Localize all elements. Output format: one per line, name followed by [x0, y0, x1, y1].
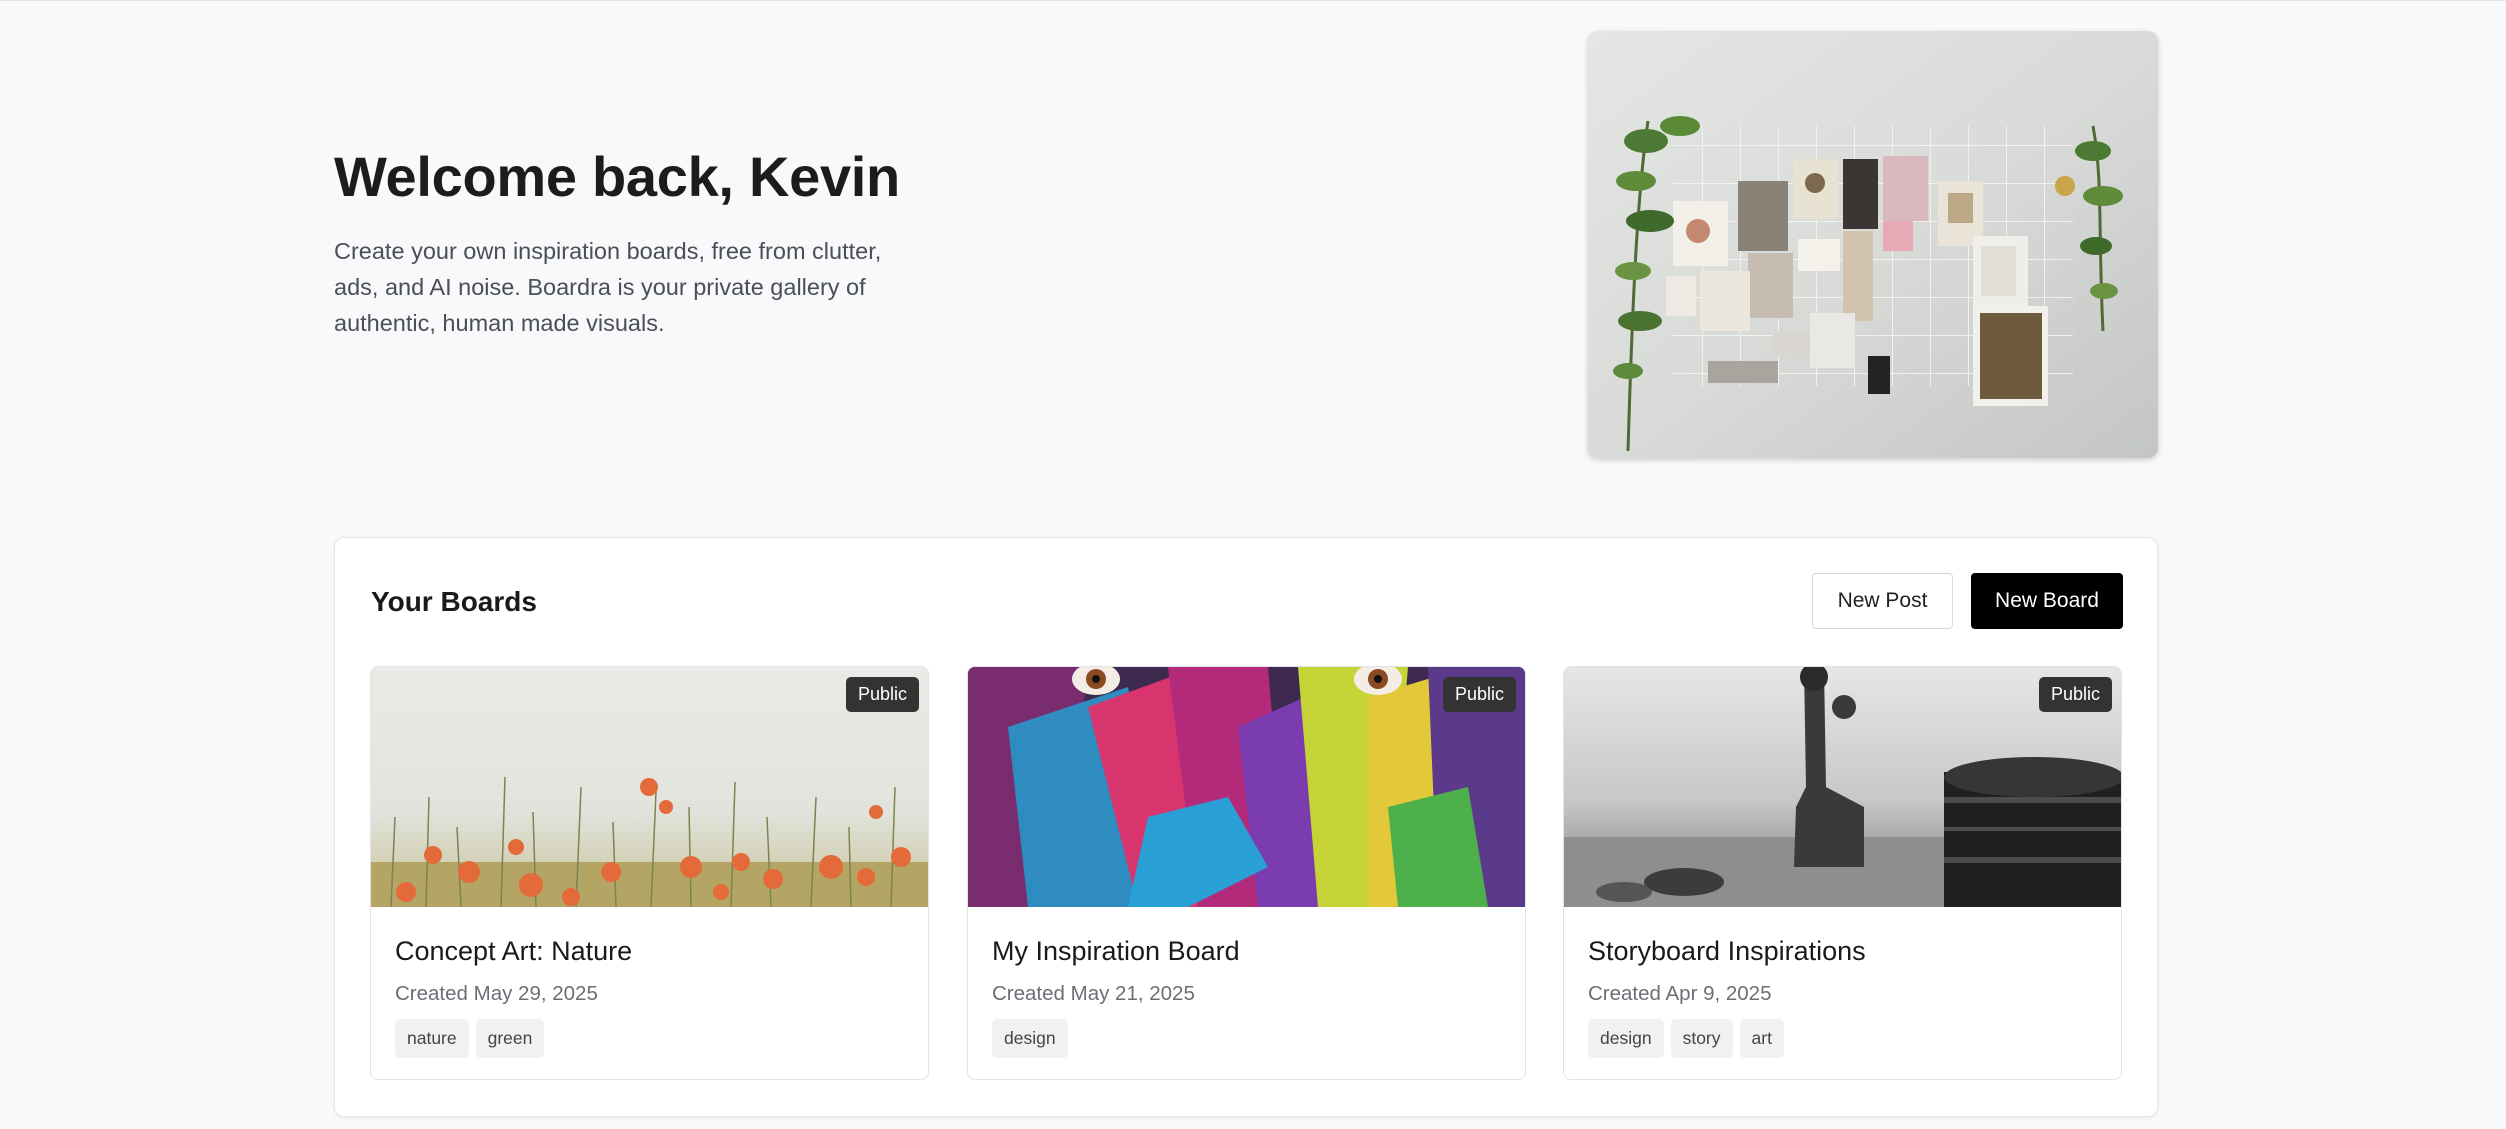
welcome-description: Create your own inspiration boards, free…: [334, 238, 882, 336]
board-cover-image: Public: [1564, 667, 2121, 907]
boards-panel: Your Boards New Post New Board Public Co…: [334, 537, 2158, 1117]
board-title[interactable]: My Inspiration Board: [992, 936, 1240, 967]
tag-chip[interactable]: design: [1588, 1019, 1664, 1058]
board-card[interactable]: Public Storyboard Inspirations Created A…: [1563, 666, 2122, 1080]
tag-chip[interactable]: green: [475, 1019, 545, 1058]
board-card[interactable]: Public Concept Art: Nature Created May 2…: [370, 666, 929, 1080]
board-created-date: Created May 21, 2025: [992, 982, 1195, 1005]
tag-chip[interactable]: nature: [395, 1019, 469, 1058]
board-tags: nature green: [395, 1019, 545, 1058]
new-post-button[interactable]: New Post: [1812, 573, 1953, 629]
new-board-button[interactable]: New Board: [1971, 573, 2123, 629]
visibility-badge: Public: [2038, 677, 2112, 712]
board-tags: design: [992, 1019, 1068, 1058]
board-cover-image: Public: [968, 667, 1525, 907]
board-created-date: Created May 29, 2025: [395, 982, 598, 1005]
tag-chip[interactable]: design: [992, 1019, 1068, 1058]
board-card[interactable]: Public My Inspiration Board Created May …: [967, 666, 1526, 1080]
board-tags: design story art: [1588, 1019, 1784, 1058]
your-boards-heading: Your Boards: [371, 586, 537, 617]
board-created-date: Created Apr 9, 2025: [1588, 982, 1772, 1005]
hero-moodboard-image: [1588, 31, 2158, 458]
top-divider: [0, 0, 2506, 1]
board-cover-image: Public: [371, 667, 928, 907]
board-title[interactable]: Concept Art: Nature: [395, 936, 632, 967]
board-title[interactable]: Storyboard Inspirations: [1588, 936, 1866, 967]
visibility-badge: Public: [1442, 677, 1516, 712]
tag-chip[interactable]: art: [1739, 1019, 1784, 1058]
visibility-badge: Public: [845, 677, 919, 712]
welcome-heading: Welcome back, Kevin: [334, 145, 900, 208]
tag-chip[interactable]: story: [1670, 1019, 1733, 1058]
